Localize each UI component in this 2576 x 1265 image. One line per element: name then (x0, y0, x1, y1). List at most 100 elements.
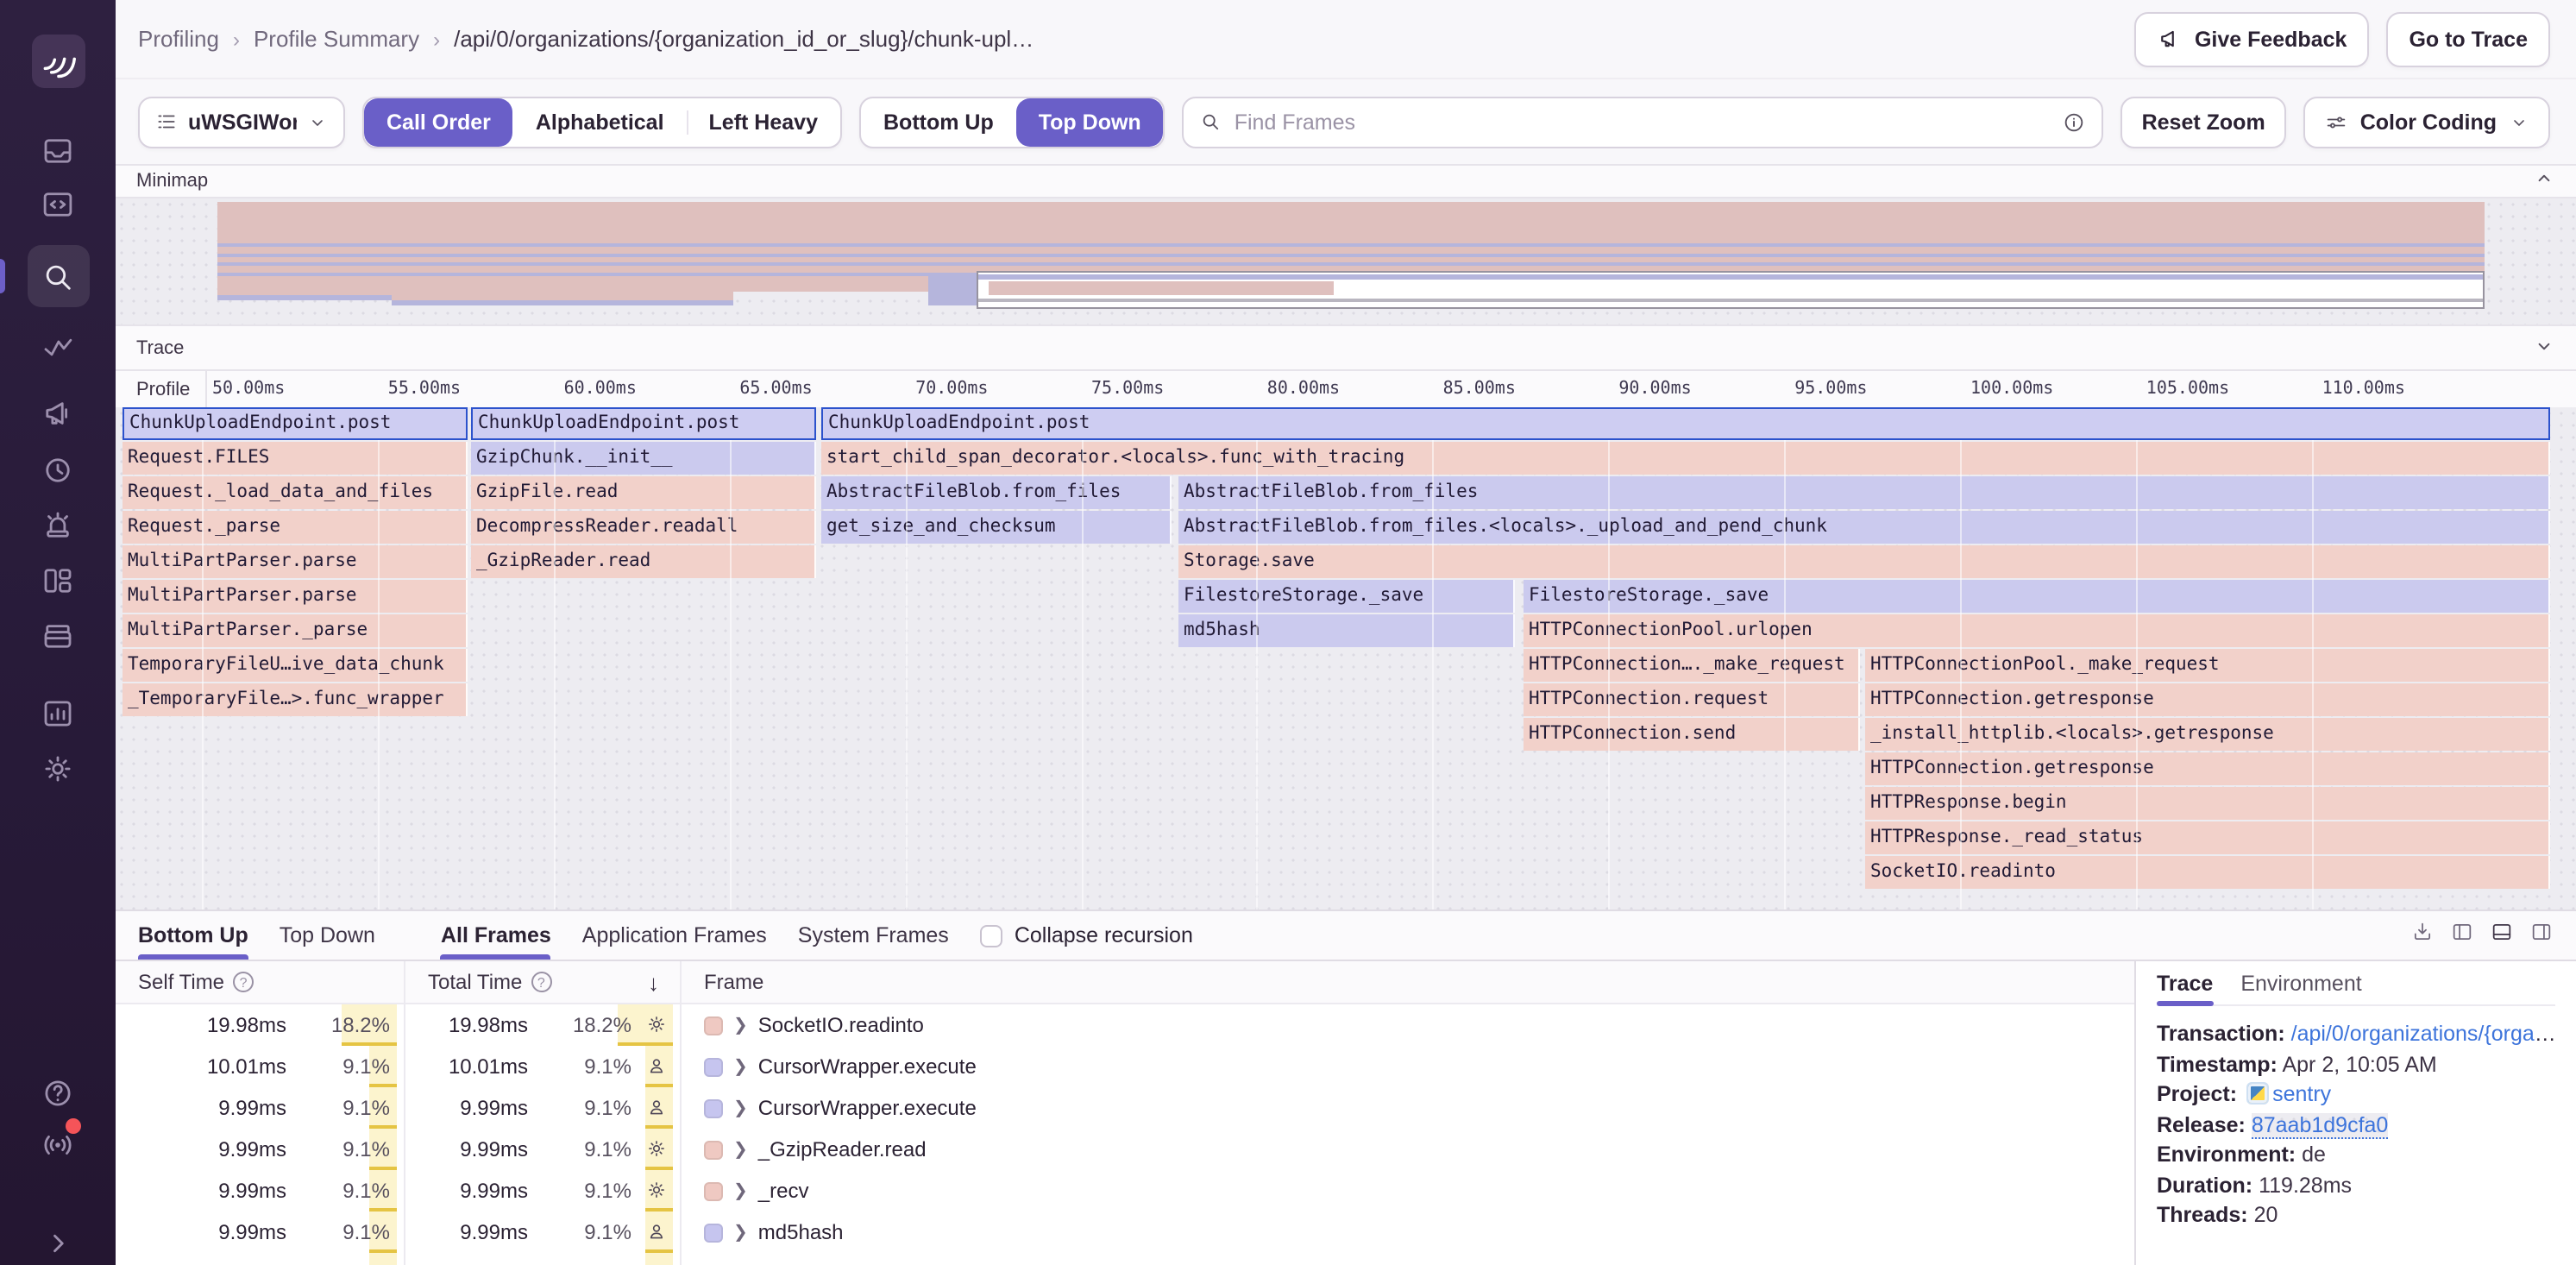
chevron-right-icon[interactable]: ❯ (733, 1016, 748, 1035)
flame-frame[interactable]: ChunkUploadEndpoint.post (123, 407, 468, 440)
flame-frame[interactable]: HTTPResponse.begin (1865, 787, 2550, 820)
flame-frame[interactable]: MultiPartParser.parse (123, 545, 468, 578)
sidebar-item-explore[interactable] (27, 178, 89, 230)
table-row[interactable]: 10.01ms9.1%10.01ms9.1%❯CursorWrapper.exe… (116, 1046, 2134, 1087)
find-frames-input[interactable] (1235, 110, 2051, 134)
sort-option-call-order[interactable]: Call Order (364, 98, 513, 146)
tab-bottom-up[interactable]: Bottom Up (138, 911, 248, 960)
flame-frame[interactable]: GzipChunk.__init__ (471, 442, 816, 475)
field-value[interactable]: 87aab1d9cfa0 (2252, 1112, 2389, 1138)
sentry-logo[interactable] (31, 35, 85, 88)
tab-application-frames[interactable]: Application Frames (582, 911, 767, 960)
chevron-right-icon[interactable]: ❯ (733, 1098, 748, 1117)
flame-frame[interactable]: _TemporaryFile…>.func_wrapper (123, 683, 468, 716)
total-time-column-header[interactable]: Total Time? ↓ (405, 961, 682, 1003)
tab-system-frames[interactable]: System Frames (798, 911, 949, 960)
breadcrumb-item[interactable]: Profiling (138, 26, 219, 52)
table-row[interactable]: 9.99ms9.1%9.99ms9.1%❯md5hash (116, 1212, 2134, 1253)
flame-frame[interactable]: HTTPConnection.getresponse (1865, 683, 2550, 716)
sidebar-item-search[interactable] (27, 245, 89, 307)
flame-frame[interactable]: HTTPConnection.request (1524, 683, 1860, 716)
flame-frame[interactable]: get_size_and_checksum (821, 511, 1172, 544)
reset-zoom-button[interactable]: Reset Zoom (2121, 96, 2286, 148)
flame-frame[interactable]: md5hash (1178, 614, 1515, 647)
export-button[interactable] (2410, 919, 2435, 952)
flame-frame[interactable]: Storage.save (1178, 545, 2550, 578)
layout-bottom-button[interactable] (2490, 919, 2514, 952)
flame-frame[interactable]: DecompressReader.readall (471, 511, 816, 544)
go-to-trace-button[interactable]: Go to Trace (2386, 11, 2550, 66)
table-row[interactable]: 19.98ms18.2%19.98ms18.2%❯SocketIO.readin… (116, 1004, 2134, 1046)
minimap-viewport[interactable] (977, 271, 2485, 309)
sidebar-item-issues[interactable] (27, 124, 89, 176)
flame-frame[interactable]: HTTPConnectionPool.urlopen (1524, 614, 2550, 647)
sidebar-item-replays[interactable] (27, 444, 89, 495)
table-row[interactable]: 9.99ms9.1%9.99ms9.1%❯_GzipReader.read (116, 1129, 2134, 1170)
sidebar-item-dashboards[interactable] (27, 554, 89, 606)
breadcrumb-item[interactable]: /api/0/organizations/{organization_id_or… (454, 26, 1034, 52)
chevron-right-icon[interactable]: ❯ (733, 1057, 748, 1076)
flame-frame[interactable]: AbstractFileBlob.from_files (1178, 476, 2550, 509)
flame-frame[interactable]: MultiPartParser._parse (123, 614, 468, 647)
flame-frame[interactable]: Request.FILES (123, 442, 468, 475)
trace-collapse-button[interactable] (2533, 334, 2555, 362)
flame-frame[interactable]: FilestoreStorage._save (1524, 580, 2550, 613)
flame-frame[interactable]: SocketIO.readinto (1865, 856, 2550, 889)
flame-frame[interactable]: HTTPConnection.send (1524, 718, 1860, 751)
flame-frame[interactable]: TemporaryFileU…ive_data_chunk (123, 649, 468, 682)
flame-frame[interactable]: MultiPartParser.parse (123, 580, 468, 613)
details-tab-trace[interactable]: Trace (2157, 961, 2213, 1004)
chevron-right-icon[interactable]: ❯ (733, 1181, 748, 1200)
table-row[interactable]: 9.99ms9.1%9.99ms9.1%❯CursorWrapper.execu… (116, 1087, 2134, 1129)
frame-column-header[interactable]: Frame (682, 961, 2134, 1003)
sidebar-item-feedback[interactable] (27, 387, 89, 438)
sidebar-item-stats[interactable] (27, 687, 89, 739)
flame-frame[interactable]: FilestoreStorage._save (1178, 580, 1515, 613)
tab-all-frames[interactable]: All Frames (441, 911, 551, 960)
field-value[interactable]: /api/0/organizations/{organ… (2291, 1022, 2567, 1046)
tab-top-down[interactable]: Top Down (280, 911, 375, 960)
sidebar-item-releases[interactable] (27, 609, 89, 661)
sidebar-item-alerts[interactable] (27, 499, 89, 551)
flame-frame[interactable]: Request._load_data_and_files (123, 476, 468, 509)
flame-frame[interactable]: GzipFile.read (471, 476, 816, 509)
find-frames-search[interactable] (1183, 96, 2104, 148)
sidebar-item-settings[interactable] (27, 742, 89, 794)
layout-right-button[interactable] (2529, 919, 2554, 952)
flame-frame[interactable]: HTTPResponse._read_status (1865, 821, 2550, 854)
collapse-recursion-checkbox[interactable] (980, 924, 1002, 947)
flame-frame[interactable]: ChunkUploadEndpoint.post (821, 407, 2550, 440)
collapse-recursion-toggle[interactable]: Collapse recursion (980, 911, 1193, 960)
flamegraph-canvas[interactable]: ChunkUploadEndpoint.postChunkUploadEndpo… (116, 407, 2576, 909)
breadcrumb-item[interactable]: Profile Summary (254, 26, 419, 52)
flame-frame[interactable]: AbstractFileBlob.from_files.<locals>._up… (1178, 511, 2550, 544)
sidebar-collapse-toggle[interactable] (27, 1217, 89, 1265)
flame-frame[interactable]: HTTPConnection…._make_request (1524, 649, 1860, 682)
flame-frame[interactable]: Request._parse (123, 511, 468, 544)
self-time-column-header[interactable]: Self Time? (116, 961, 405, 1003)
flame-frame[interactable]: _install_httplib.<locals>.getresponse (1865, 718, 2550, 751)
sidebar-item-performance[interactable] (27, 321, 89, 373)
table-row[interactable]: 9.99ms9.1%9.99ms9.1%❯_recv (116, 1170, 2134, 1212)
give-feedback-button[interactable]: Give Feedback (2134, 11, 2370, 66)
sidebar-item-help[interactable] (27, 1067, 89, 1118)
minimap-canvas[interactable] (116, 198, 2576, 324)
layout-left-button[interactable] (2450, 919, 2474, 952)
chevron-right-icon[interactable]: ❯ (733, 1140, 748, 1159)
sort-option-left-heavy[interactable]: Left Heavy (687, 98, 840, 146)
flame-frame[interactable]: HTTPConnectionPool._make_request (1865, 649, 2550, 682)
flame-frame[interactable]: _GzipReader.read (471, 545, 816, 578)
direction-option-top-down[interactable]: Top Down (1016, 98, 1164, 146)
field-value[interactable]: sentry (2272, 1082, 2331, 1106)
table-row[interactable] (116, 1253, 2134, 1265)
flame-frame[interactable]: AbstractFileBlob.from_files (821, 476, 1172, 509)
direction-option-bottom-up[interactable]: Bottom Up (861, 98, 1016, 146)
thread-selector-dropdown[interactable]: uWSGIWor… (138, 96, 345, 148)
details-tab-environment[interactable]: Environment (2240, 961, 2361, 1004)
flame-frame[interactable]: HTTPConnection.getresponse (1865, 752, 2550, 785)
flame-frame[interactable]: ChunkUploadEndpoint.post (471, 407, 816, 440)
sort-option-alphabetical[interactable]: Alphabetical (513, 98, 687, 146)
color-coding-button[interactable]: Color Coding (2303, 96, 2550, 148)
minimap-collapse-button[interactable] (2533, 167, 2555, 195)
chevron-right-icon[interactable]: ❯ (733, 1223, 748, 1242)
